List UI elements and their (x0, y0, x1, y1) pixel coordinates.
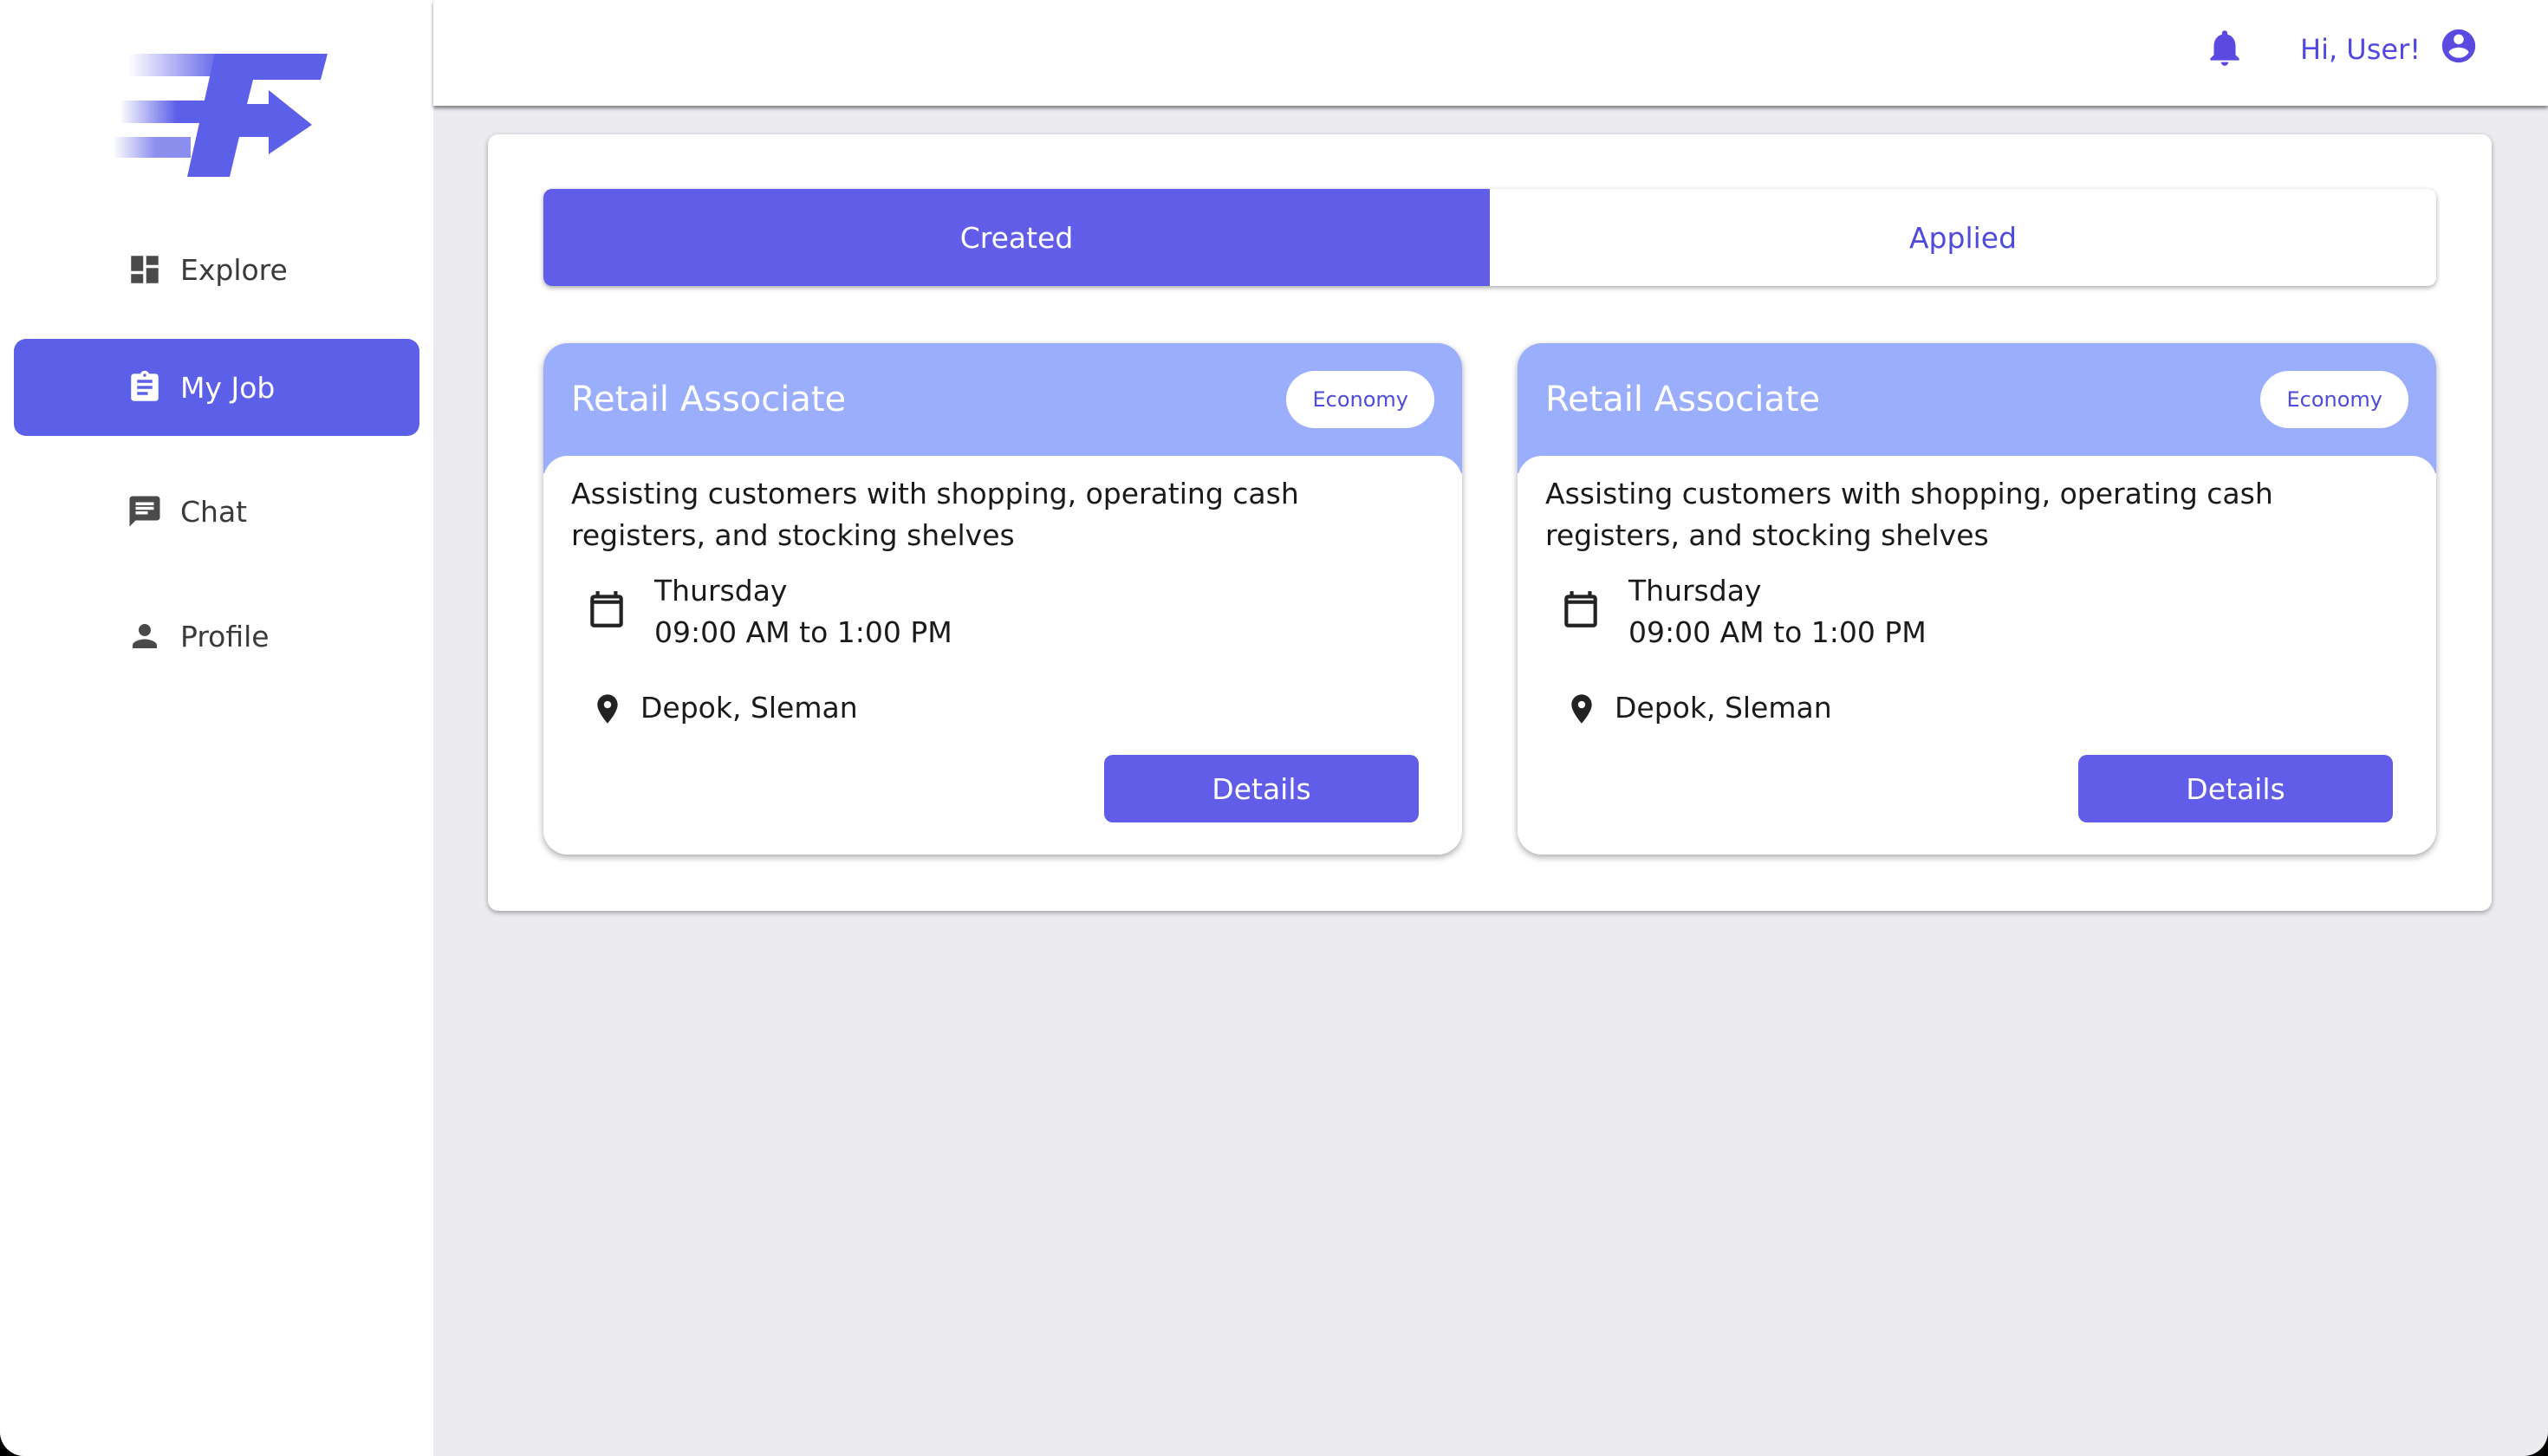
category-badge: Economy (2260, 371, 2408, 428)
user-greeting: Hi, User! (2300, 33, 2421, 66)
sidebar-item-label: My Job (180, 370, 276, 405)
chat-icon (127, 493, 163, 530)
job-description: Assisting customers with shopping, opera… (571, 477, 1299, 552)
location-pin-icon (590, 688, 625, 730)
calendar-icon (585, 588, 628, 631)
job-card-header: Retail Associate Economy (543, 343, 1462, 473)
job-title: Retail Associate (1545, 380, 1821, 419)
sidebar-item-label: Chat (180, 494, 248, 529)
location-pin-icon (1564, 688, 1599, 730)
bell-icon[interactable] (2203, 26, 2246, 69)
tab-applied[interactable]: Applied (1490, 189, 2436, 286)
sidebar-item-label: Profile (180, 619, 270, 653)
sidebar-item-explore[interactable]: Explore (14, 221, 419, 318)
sidebar: Explore My Job Chat Profile (0, 0, 433, 1456)
job-title: Retail Associate (571, 380, 847, 419)
app-window: Explore My Job Chat Profile Hi, User! Cr… (0, 0, 2548, 1456)
job-tabs: Created Applied (543, 189, 2436, 286)
my-job-panel: Created Applied Retail Associate Economy… (488, 134, 2492, 911)
details-button[interactable]: Details (2078, 755, 2393, 822)
app-logo-icon[interactable] (113, 50, 329, 177)
job-location: Depok, Sleman (640, 691, 858, 725)
job-description: Assisting customers with shopping, opera… (1545, 477, 2273, 552)
job-day: Thursday (654, 574, 788, 608)
job-card: Retail Associate Economy Assisting custo… (543, 343, 1462, 855)
sidebar-item-label: Explore (180, 252, 288, 287)
person-icon (127, 618, 163, 654)
job-card-header: Retail Associate Economy (1518, 343, 2436, 473)
dashboard-icon (127, 251, 163, 288)
sidebar-item-chat[interactable]: Chat (14, 463, 419, 560)
account-circle-icon[interactable] (2439, 26, 2479, 66)
tab-created[interactable]: Created (543, 189, 1490, 286)
details-button[interactable]: Details (1104, 755, 1419, 822)
job-card-body: Assisting customers with shopping, opera… (1518, 456, 2436, 855)
sidebar-item-my-job[interactable]: My Job (14, 339, 419, 436)
clipboard-icon (127, 369, 163, 406)
job-card: Retail Associate Economy Assisting custo… (1518, 343, 2436, 855)
job-time: 09:00 AM to 1:00 PM (654, 615, 952, 649)
job-day: Thursday (1628, 574, 1762, 608)
sidebar-item-profile[interactable]: Profile (14, 588, 419, 685)
job-location: Depok, Sleman (1615, 691, 1832, 725)
category-badge: Economy (1286, 371, 1434, 428)
calendar-icon (1559, 588, 1602, 631)
job-card-body: Assisting customers with shopping, opera… (543, 456, 1462, 855)
job-time: 09:00 AM to 1:00 PM (1628, 615, 1927, 649)
